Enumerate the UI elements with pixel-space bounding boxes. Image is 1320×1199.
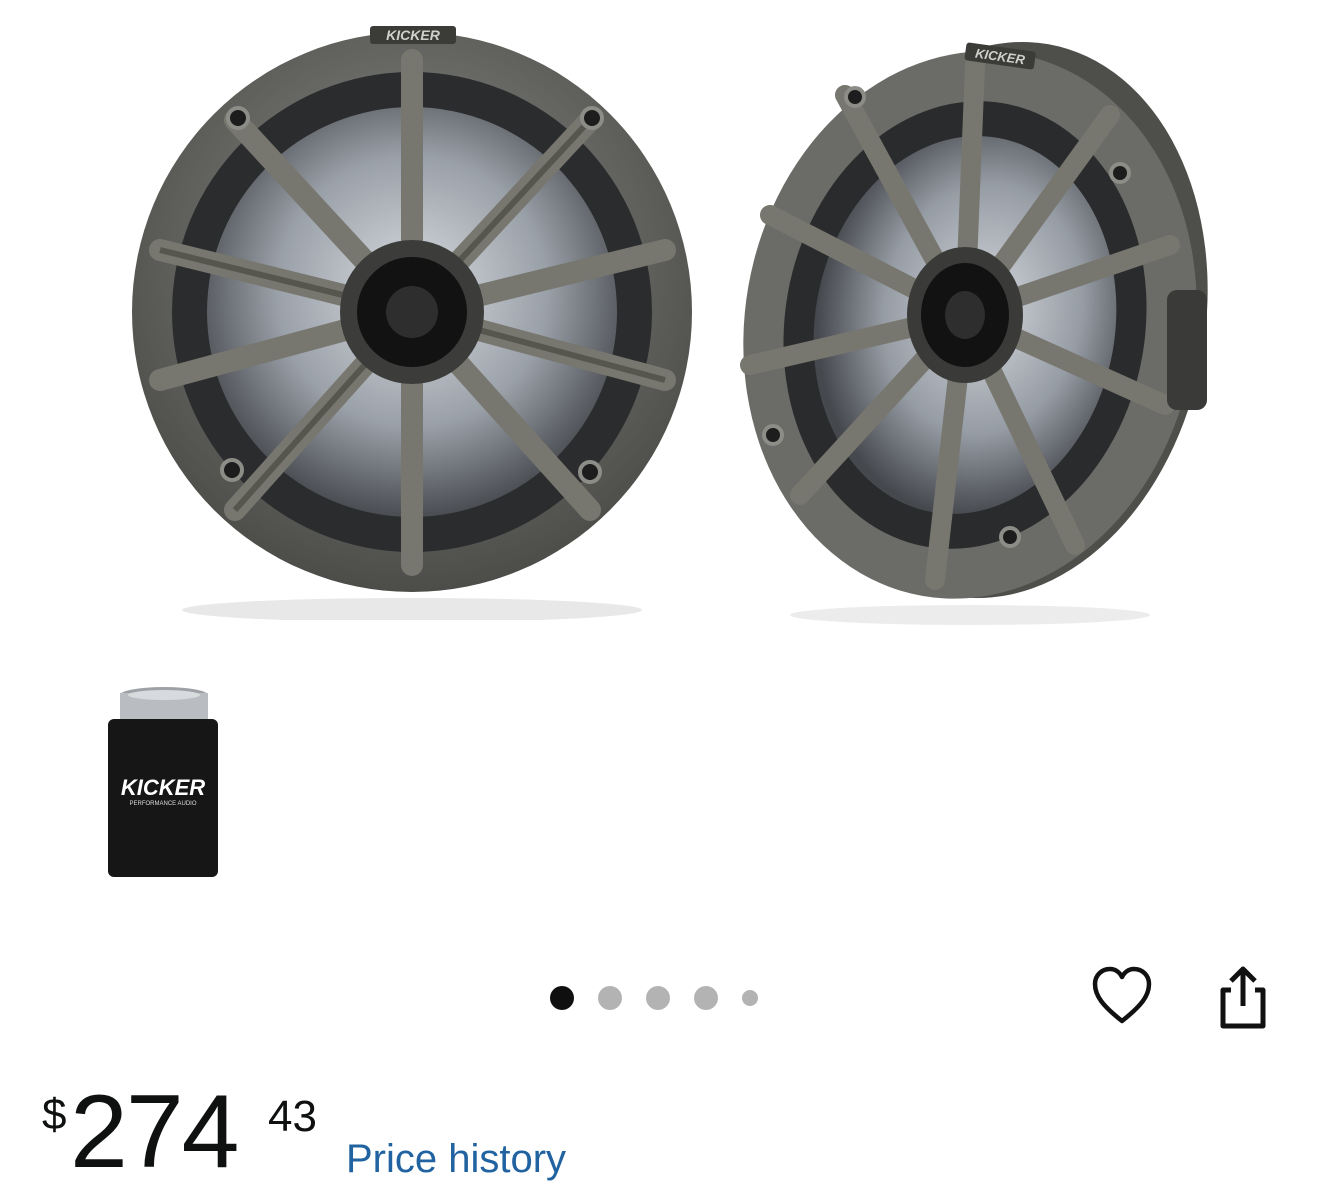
pagination-dot-3[interactable] [646, 986, 670, 1010]
koozie-brand-label: KICKER [121, 775, 205, 800]
share-icon [1220, 966, 1266, 1029]
koozie-tagline: PERFORMANCE AUDIO [129, 801, 196, 807]
price-whole: 274 [70, 1074, 240, 1190]
share-button[interactable] [1206, 962, 1276, 1032]
pagination-dot-2[interactable] [598, 986, 622, 1010]
speaker-front-image: KICKER [132, 26, 692, 620]
pagination-dot-1[interactable] [550, 986, 574, 1010]
price-fraction: 43 [268, 1092, 317, 1141]
product-image-gallery[interactable]: KICKER KICKER KICKER PERFORMANCE AUDIO [0, 0, 1320, 940]
price-currency-symbol: $ [42, 1090, 67, 1139]
pagination-dot-5[interactable] [742, 990, 758, 1006]
heart-outline-icon [1092, 966, 1152, 1024]
speaker-brand-label: KICKER [386, 27, 441, 43]
pagination-dot-4[interactable] [694, 986, 718, 1010]
price-history-link[interactable]: Price history [346, 1137, 566, 1182]
gallery-pagination [550, 985, 758, 1011]
favorite-button[interactable] [1088, 962, 1156, 1030]
koozie-image: KICKER PERFORMANCE AUDIO [108, 687, 218, 877]
speaker-angled-image: KICKER [740, 41, 1208, 625]
